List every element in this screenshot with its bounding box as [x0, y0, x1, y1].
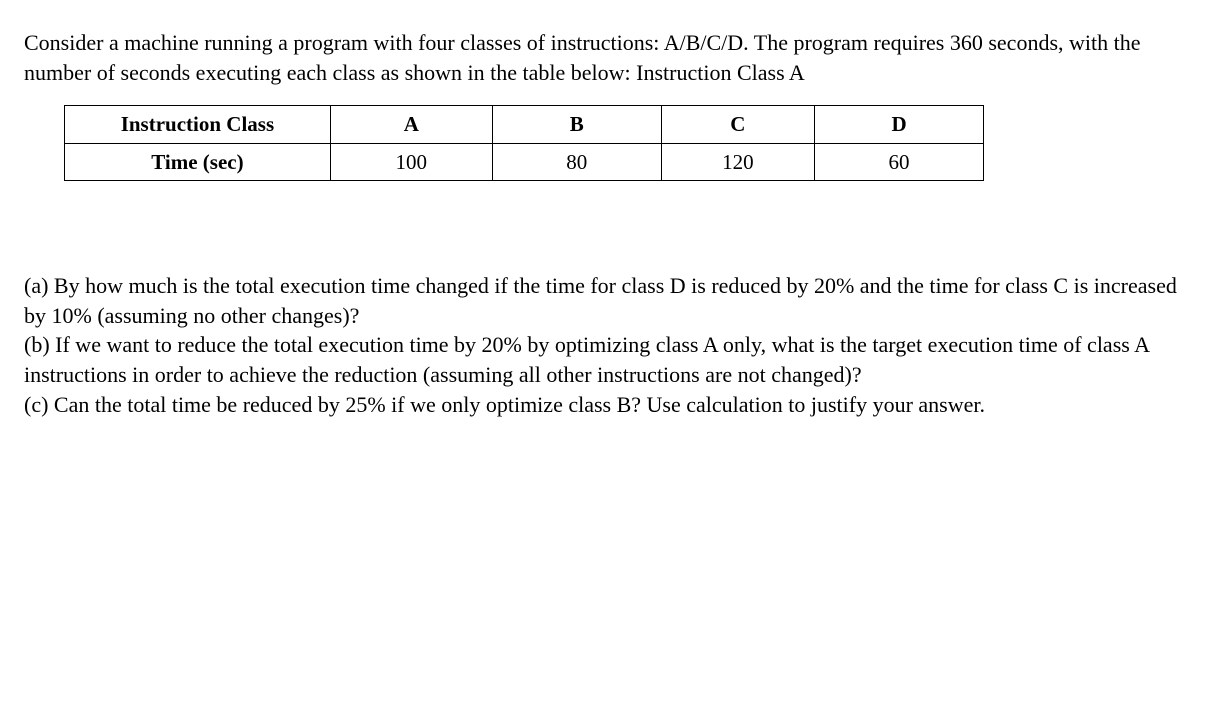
- header-row-label: Instruction Class: [65, 106, 331, 143]
- table-container: Instruction Class A B C D Time (sec) 100…: [24, 105, 1184, 181]
- questions-block: (a) By how much is the total execution t…: [24, 271, 1184, 419]
- col-header-C: C: [661, 106, 814, 143]
- table-data-row: Time (sec) 100 80 120 60: [65, 143, 984, 180]
- col-header-A: A: [330, 106, 492, 143]
- spacer: [24, 181, 1184, 271]
- col-header-D: D: [815, 106, 984, 143]
- question-a: (a) By how much is the total execution t…: [24, 271, 1184, 330]
- table-header-row: Instruction Class A B C D: [65, 106, 984, 143]
- value-D: 60: [815, 143, 984, 180]
- question-b: (b) If we want to reduce the total execu…: [24, 330, 1184, 389]
- value-B: 80: [492, 143, 661, 180]
- value-C: 120: [661, 143, 814, 180]
- col-header-B: B: [492, 106, 661, 143]
- problem-intro: Consider a machine running a program wit…: [24, 28, 1184, 87]
- value-A: 100: [330, 143, 492, 180]
- question-c: (c) Can the total time be reduced by 25%…: [24, 390, 1184, 420]
- data-row-label: Time (sec): [65, 143, 331, 180]
- instruction-time-table: Instruction Class A B C D Time (sec) 100…: [64, 105, 984, 181]
